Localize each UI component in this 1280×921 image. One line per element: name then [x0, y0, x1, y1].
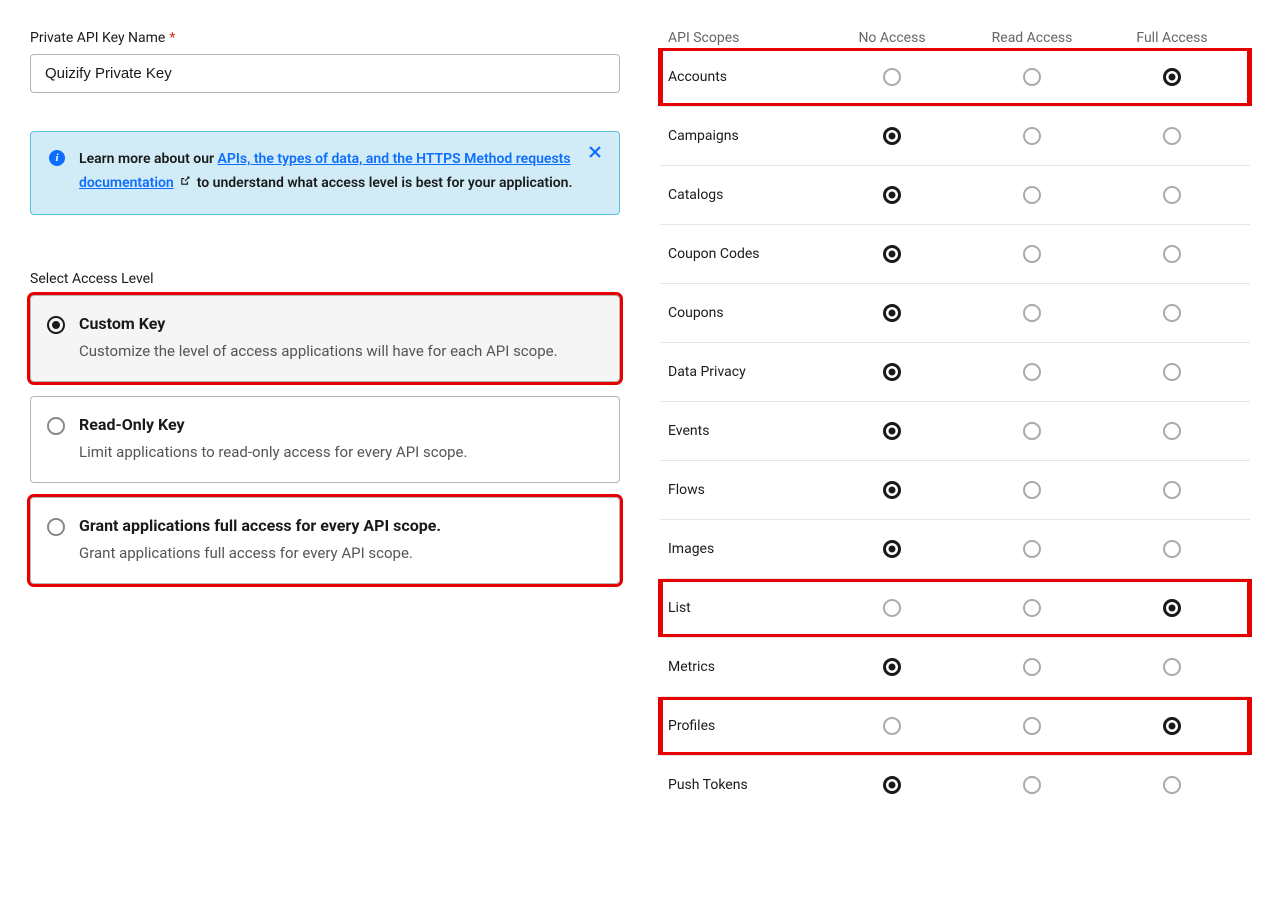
- scope-row-data-privacy: Data Privacy: [660, 342, 1250, 401]
- scope-name: Metrics: [668, 659, 822, 675]
- scope-radio-full-access[interactable]: [1163, 540, 1181, 558]
- scope-radio-no-access[interactable]: [883, 304, 901, 322]
- scope-radio-read-access[interactable]: [1023, 363, 1041, 381]
- scope-name: Campaigns: [668, 128, 822, 144]
- scope-name: Profiles: [668, 718, 822, 734]
- scope-radio-no-access[interactable]: [883, 540, 901, 558]
- scope-name: Events: [668, 423, 822, 439]
- scope-radio-no-access[interactable]: [883, 245, 901, 263]
- scope-name: Coupons: [668, 305, 822, 321]
- scope-radio-read-access[interactable]: [1023, 127, 1041, 145]
- scope-row-coupon-codes: Coupon Codes: [660, 224, 1250, 283]
- scope-radio-read-access[interactable]: [1023, 68, 1041, 86]
- radio-title: Grant applications full access for every…: [79, 516, 599, 535]
- scope-radio-read-access[interactable]: [1023, 245, 1041, 263]
- api-key-name-label: Private API Key Name*: [30, 30, 620, 46]
- scope-row-images: Images: [660, 519, 1250, 578]
- scope-radio-read-access[interactable]: [1023, 422, 1041, 440]
- info-callout: i Learn more about our APIs, the types o…: [30, 131, 620, 215]
- scope-radio-no-access[interactable]: [883, 186, 901, 204]
- required-star: *: [169, 30, 175, 46]
- scopes-header-no-access: No Access: [822, 30, 962, 46]
- radio-desc: Limit applications to read-only access f…: [79, 440, 599, 464]
- radio-desc: Grant applications full access for every…: [79, 541, 599, 565]
- scope-radio-read-access[interactable]: [1023, 304, 1041, 322]
- access-option-custom-key[interactable]: Custom Key Customize the level of access …: [30, 295, 620, 382]
- scope-row-events: Events: [660, 401, 1250, 460]
- scope-radio-full-access[interactable]: [1163, 68, 1181, 86]
- access-option-read-only-key[interactable]: Read-Only Key Limit applications to read-…: [30, 396, 620, 483]
- scope-row-profiles: Profiles: [660, 696, 1250, 755]
- scope-radio-full-access[interactable]: [1163, 245, 1181, 263]
- scope-radio-full-access[interactable]: [1163, 658, 1181, 676]
- scope-row-list: List: [660, 578, 1250, 637]
- access-level-heading: Select Access Level: [30, 271, 620, 287]
- scope-row-catalogs: Catalogs: [660, 165, 1250, 224]
- scope-radio-no-access[interactable]: [883, 127, 901, 145]
- scope-row-push-tokens: Push Tokens: [660, 755, 1250, 814]
- radio-title: Read-Only Key: [79, 415, 599, 434]
- scope-name: Images: [668, 541, 822, 557]
- scope-row-metrics: Metrics: [660, 637, 1250, 696]
- scope-radio-read-access[interactable]: [1023, 599, 1041, 617]
- scope-name: Accounts: [668, 69, 822, 85]
- scope-row-campaigns: Campaigns: [660, 106, 1250, 165]
- external-link-icon: [179, 175, 191, 187]
- access-option-grant-applications-full-access-for-every-api-scope[interactable]: Grant applications full access for every…: [30, 497, 620, 584]
- scope-name: Flows: [668, 482, 822, 498]
- scope-radio-full-access[interactable]: [1163, 481, 1181, 499]
- scope-radio-no-access[interactable]: [883, 481, 901, 499]
- scope-radio-no-access[interactable]: [883, 717, 901, 735]
- scopes-header: API Scopes No Access Read Access Full Ac…: [660, 30, 1250, 48]
- scope-row-flows: Flows: [660, 460, 1250, 519]
- scope-name: Catalogs: [668, 187, 822, 203]
- scope-radio-no-access[interactable]: [883, 658, 901, 676]
- scopes-header-name: API Scopes: [668, 30, 822, 46]
- api-key-name-input[interactable]: [30, 54, 620, 93]
- scopes-header-read-access: Read Access: [962, 30, 1102, 46]
- scope-radio-full-access[interactable]: [1163, 127, 1181, 145]
- radio-title: Custom Key: [79, 314, 599, 333]
- scope-radio-read-access[interactable]: [1023, 186, 1041, 204]
- radio-circle[interactable]: [47, 316, 65, 334]
- scope-radio-read-access[interactable]: [1023, 481, 1041, 499]
- scope-radio-full-access[interactable]: [1163, 717, 1181, 735]
- scope-radio-no-access[interactable]: [883, 68, 901, 86]
- scope-radio-no-access[interactable]: [883, 422, 901, 440]
- scope-radio-full-access[interactable]: [1163, 186, 1181, 204]
- scope-name: Data Privacy: [668, 364, 822, 380]
- scope-radio-read-access[interactable]: [1023, 658, 1041, 676]
- scope-radio-full-access[interactable]: [1163, 304, 1181, 322]
- scopes-header-full-access: Full Access: [1102, 30, 1242, 46]
- scope-radio-no-access[interactable]: [883, 599, 901, 617]
- radio-desc: Customize the level of access applicatio…: [79, 339, 599, 363]
- scope-radio-full-access[interactable]: [1163, 363, 1181, 381]
- radio-circle[interactable]: [47, 417, 65, 435]
- scope-radio-full-access[interactable]: [1163, 599, 1181, 617]
- scope-row-coupons: Coupons: [660, 283, 1250, 342]
- scope-name: Push Tokens: [668, 777, 822, 793]
- info-icon: i: [49, 150, 65, 166]
- radio-circle[interactable]: [47, 518, 65, 536]
- scope-radio-full-access[interactable]: [1163, 776, 1181, 794]
- scope-radio-no-access[interactable]: [883, 776, 901, 794]
- scope-radio-read-access[interactable]: [1023, 717, 1041, 735]
- scope-radio-no-access[interactable]: [883, 363, 901, 381]
- scope-name: List: [668, 600, 822, 616]
- scope-radio-read-access[interactable]: [1023, 776, 1041, 794]
- scope-name: Coupon Codes: [668, 246, 822, 262]
- info-text: Learn more about our APIs, the types of …: [79, 148, 601, 196]
- close-icon[interactable]: [583, 144, 607, 168]
- scope-row-accounts: Accounts: [660, 48, 1250, 106]
- scope-radio-read-access[interactable]: [1023, 540, 1041, 558]
- scope-radio-full-access[interactable]: [1163, 422, 1181, 440]
